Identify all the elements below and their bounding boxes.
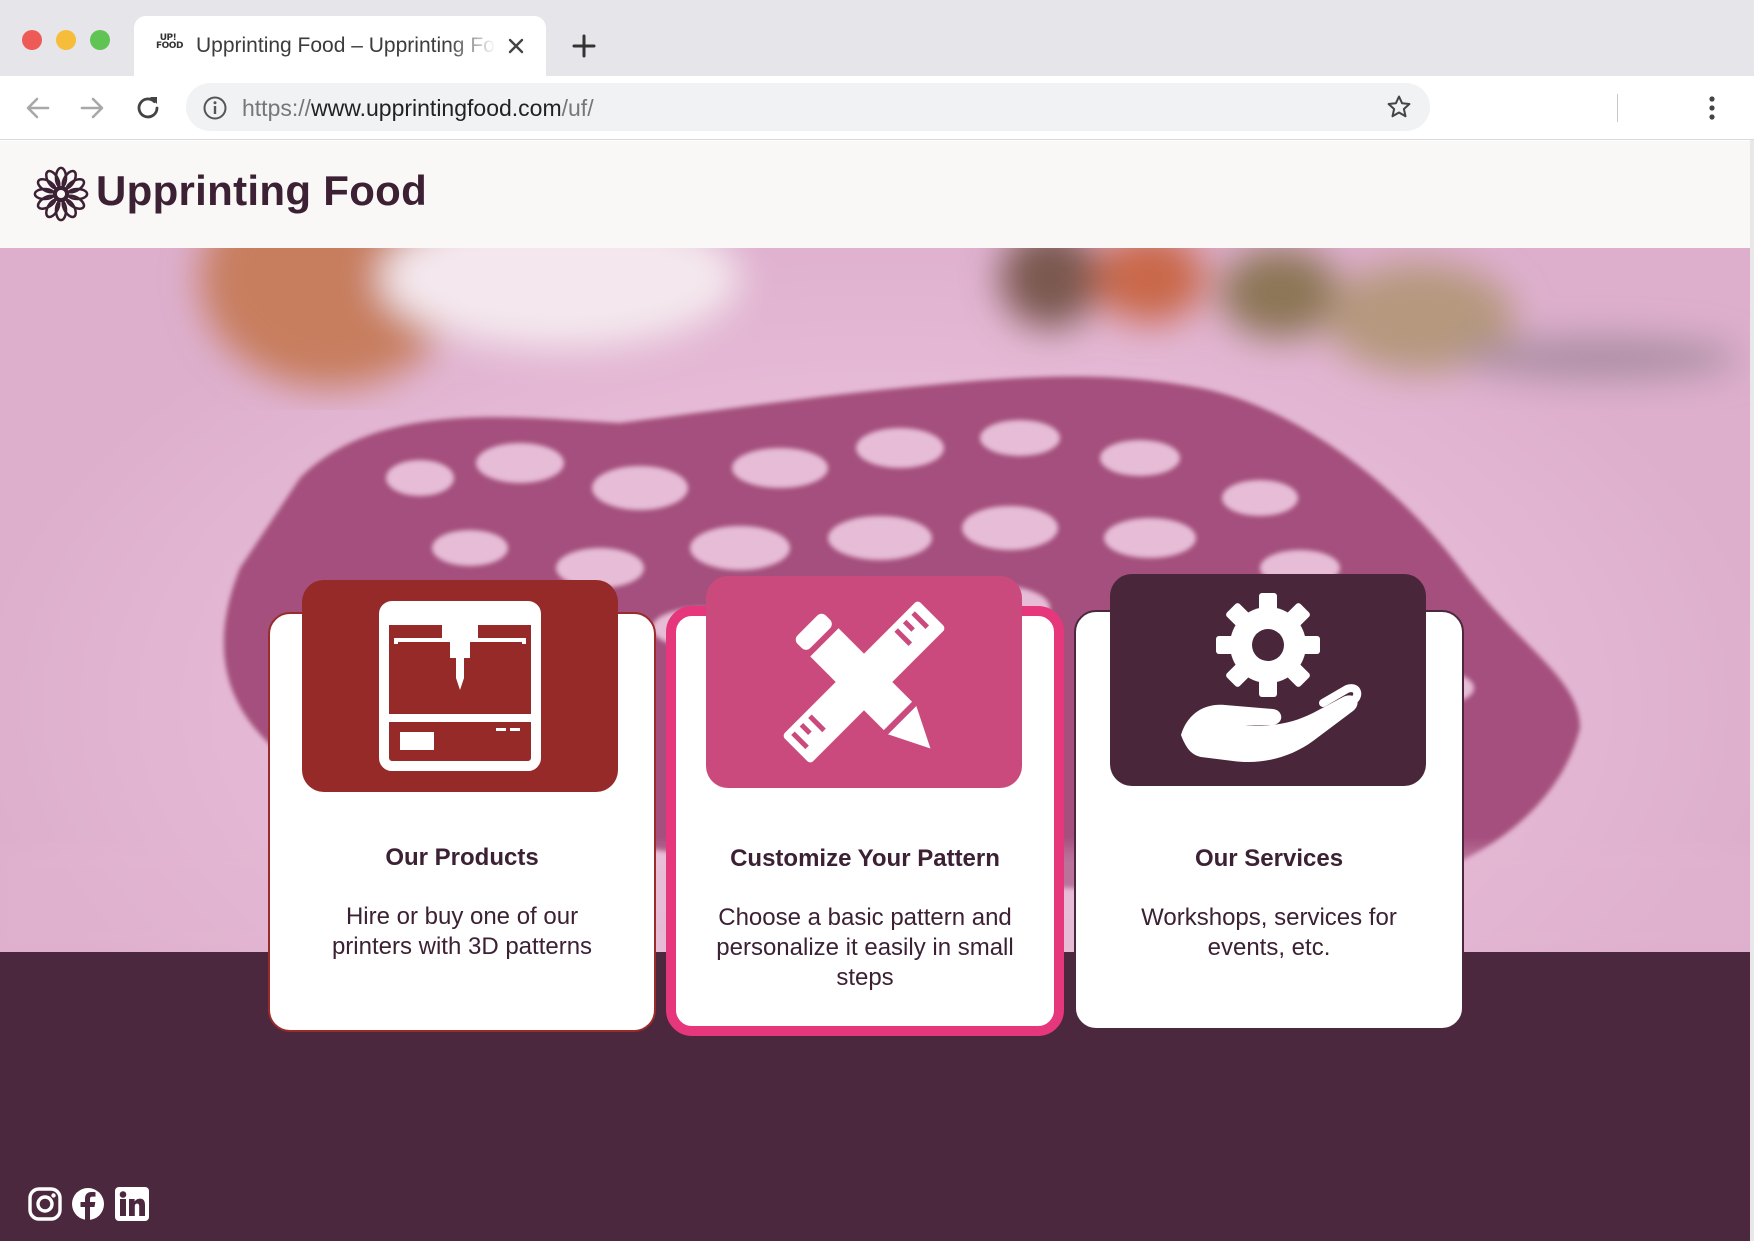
site-logo-text[interactable]: Upprinting Food — [96, 167, 427, 215]
linkedin-icon[interactable] — [114, 1186, 150, 1222]
card-description-products: Hire or buy one of our printers with 3D … — [331, 903, 593, 960]
tab-title: Upprinting Food – Upprinting Food — [196, 34, 496, 57]
card-customize-header[interactable] — [706, 576, 1022, 788]
card-title-services: Our Services — [1194, 845, 1344, 872]
star-icon[interactable] — [1386, 94, 1412, 120]
hand-gear-icon — [1181, 593, 1362, 763]
url-text[interactable]: https://www.upprintingfood.com/uf/ — [242, 95, 594, 122]
pencil-ruler-icon — [783, 601, 945, 763]
url-host: www.upprintingfood.com — [311, 95, 562, 121]
info-icon[interactable] — [202, 95, 228, 121]
forward-arrow-icon[interactable] — [76, 92, 108, 124]
favicon: UP! FOOD — [156, 33, 183, 51]
card-products-header[interactable] — [302, 580, 618, 792]
minimize-window-button[interactable] — [56, 30, 76, 50]
site-header: Upprinting Food — [0, 141, 1750, 248]
card-services-header[interactable] — [1110, 574, 1426, 786]
back-arrow-icon[interactable] — [22, 92, 54, 124]
close-window-button[interactable] — [22, 30, 42, 50]
plus-icon[interactable] — [570, 32, 598, 60]
browser-tab[interactable]: UP! FOOD Upprinting Food – Upprinting Fo… — [134, 16, 546, 76]
card-title-customize: Customize Your Pattern — [730, 845, 1000, 872]
card-title-products: Our Products — [385, 844, 539, 871]
toolbar-divider — [1617, 94, 1618, 122]
card-description-customize: Choose a basic pattern and personalize i… — [716, 904, 1014, 991]
reload-icon[interactable] — [132, 92, 164, 124]
browser-toolbar: https://www.upprintingfood.com/uf/ — [0, 76, 1754, 140]
3d-printer-icon — [379, 601, 541, 771]
maximize-window-button[interactable] — [90, 30, 110, 50]
browser-tab-bar: UP! FOOD Upprinting Food – Upprinting Fo… — [0, 0, 1754, 76]
url-path: /uf/ — [561, 95, 594, 121]
scrollbar[interactable] — [1750, 140, 1754, 1241]
url-scheme: https:// — [242, 95, 312, 121]
instagram-icon[interactable] — [27, 1186, 63, 1222]
facebook-icon[interactable] — [70, 1186, 106, 1222]
close-icon[interactable] — [506, 36, 526, 56]
more-vertical-icon[interactable] — [1698, 92, 1726, 124]
flower-icon[interactable] — [32, 165, 90, 223]
address-bar[interactable]: https://www.upprintingfood.com/uf/ — [186, 83, 1430, 131]
card-description-services: Workshops, services for events, etc. — [1141, 904, 1397, 961]
